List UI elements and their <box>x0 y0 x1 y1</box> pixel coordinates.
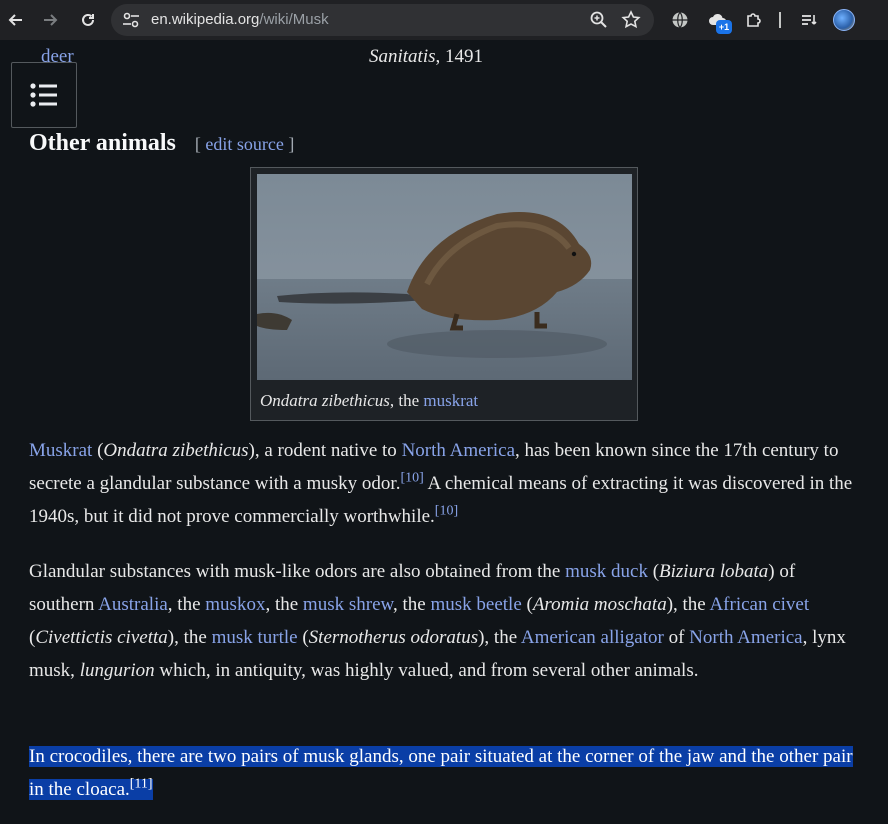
text: , the <box>393 594 431 615</box>
toolbar-separator <box>779 12 781 28</box>
text: ( <box>647 561 660 582</box>
link-muskrat[interactable]: Muskrat <box>29 440 92 461</box>
italic-text: Ondatra zibethicus <box>103 440 249 461</box>
url-text[interactable]: en.wikipedia.org/wiki/Musk <box>151 11 329 28</box>
text: of <box>663 627 690 648</box>
text: ), the <box>666 594 710 615</box>
italic-text: Civettictis civetta <box>35 627 168 648</box>
figure-caption: Ondatra zibethicus, the muskrat <box>260 391 478 411</box>
prev-caption-rest: , 1491 <box>435 46 484 67</box>
back-arrow-icon[interactable] <box>4 8 28 32</box>
prev-caption-italic: Sanitatis <box>369 46 436 67</box>
extensions-puzzle-icon[interactable] <box>742 8 766 32</box>
zoom-icon[interactable] <box>589 10 609 30</box>
address-bar[interactable]: en.wikipedia.org/wiki/Musk <box>111 4 654 36</box>
text: ( <box>297 627 309 648</box>
italic-text: Aromia moschata <box>532 594 667 615</box>
paragraph-muskrat: Muskrat (Ondatra zibethicus), a rodent n… <box>29 434 859 533</box>
edit-source-link[interactable]: edit source <box>205 134 283 154</box>
table-of-contents-button[interactable] <box>11 62 77 128</box>
link-musk-duck[interactable]: musk duck <box>565 561 648 582</box>
url-host: en.wikipedia.org <box>151 11 260 28</box>
section-title: Other animals <box>29 130 176 156</box>
muskrat-figure: Ondatra zibethicus, the muskrat <box>250 167 638 421</box>
link-australia[interactable]: Australia <box>98 594 168 615</box>
edit-bracket-close: ] <box>283 134 295 154</box>
selected-text: In crocodiles, there are two pairs of mu… <box>29 746 853 800</box>
text: ( <box>521 594 533 615</box>
text: ), a rodent native to <box>248 440 402 461</box>
edit-section: [ edit source ] <box>195 134 294 155</box>
browser-toolbar: en.wikipedia.org/wiki/Musk +1 <box>0 0 888 40</box>
text: , the <box>265 594 303 615</box>
paragraph-crocodiles: In crocodiles, there are two pairs of mu… <box>29 740 859 806</box>
prev-figure-caption: Sanitatis, 1491 <box>369 46 483 68</box>
section-heading: Other animals [ edit source ] <box>29 130 294 157</box>
text: ), the <box>478 627 521 648</box>
text: , the <box>167 594 206 615</box>
muskrat-caption-link[interactable]: muskrat <box>423 391 478 410</box>
italic-text: lungurion <box>79 660 155 681</box>
extension-badge: +1 <box>716 20 732 34</box>
figure-caption-italic: Ondatra zibethicus <box>260 391 390 410</box>
list-icon <box>30 83 57 107</box>
citation-10[interactable]: [10] <box>435 504 458 519</box>
text: ( <box>92 440 104 461</box>
globe-extension-icon[interactable] <box>668 8 692 32</box>
citation-10[interactable]: [10] <box>400 471 423 486</box>
text: ), the <box>167 627 212 648</box>
link-north-america[interactable]: North America <box>689 627 802 648</box>
url-path: /wiki/Musk <box>259 11 329 28</box>
profile-avatar[interactable] <box>833 9 855 31</box>
bookmark-star-icon[interactable] <box>621 10 641 30</box>
paragraph-other-sources: Glandular substances with musk-like odor… <box>29 555 859 687</box>
link-musk-shrew[interactable]: musk shrew <box>303 594 393 615</box>
italic-text: Biziura lobata <box>659 561 769 582</box>
figure-caption-mid: , the <box>389 391 424 410</box>
link-north-america[interactable]: North America <box>402 440 515 461</box>
link-musk-turtle[interactable]: musk turtle <box>212 627 298 648</box>
text: Glandular substances with musk-like odor… <box>29 561 566 582</box>
link-african-civet[interactable]: African civet <box>709 594 809 615</box>
text: which, in antiquity, was highly valued, … <box>154 660 699 681</box>
link-musk-beetle[interactable]: musk beetle <box>430 594 521 615</box>
site-settings-icon[interactable] <box>121 11 141 29</box>
italic-text: Sternotherus odoratus <box>308 627 479 648</box>
muskrat-photo[interactable] <box>257 174 632 380</box>
wiki-article: deer Sanitatis, 1491 Other animals [ edi… <box>0 40 888 824</box>
link-muskox[interactable]: muskox <box>205 594 265 615</box>
link-american-alligator[interactable]: American alligator <box>521 627 664 648</box>
forward-arrow-icon[interactable] <box>38 8 62 32</box>
citation-11[interactable]: [11] <box>130 777 153 792</box>
edit-bracket-open: [ <box>194 134 206 154</box>
reload-icon[interactable] <box>76 8 100 32</box>
reading-list-icon[interactable] <box>797 8 821 32</box>
